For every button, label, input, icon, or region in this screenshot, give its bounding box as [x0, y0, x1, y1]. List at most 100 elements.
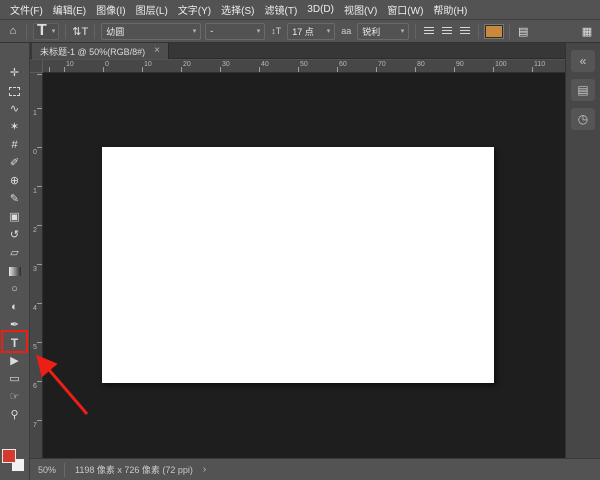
tool-preset-button[interactable]: T ▾	[33, 23, 59, 40]
zoom-icon: ⚲	[10, 410, 18, 421]
divider	[94, 24, 95, 39]
anti-alias-select[interactable]: 锐利 ▾	[357, 23, 409, 40]
menu-item-edit[interactable]: 编辑(E)	[48, 2, 91, 17]
tool-spot-healing-brush[interactable]: ⊕	[0, 172, 29, 190]
ruler-label: 30	[222, 61, 230, 68]
font-size-select[interactable]: 17 点 ▾	[287, 23, 335, 40]
menu-item-3d[interactable]: 3D(D)	[302, 4, 339, 15]
chevron-down-icon: ▾	[257, 27, 261, 35]
rectangle-icon: ▭	[9, 374, 19, 385]
font-family-value: 幼圆	[106, 25, 124, 38]
font-size-value: 17 点	[292, 25, 314, 38]
ruler-label: 5	[33, 344, 37, 351]
horizontal-ruler[interactable]: 10 0 10 20 30 40 50 60 70 80 90 100 110	[43, 60, 565, 73]
history-panel-icon[interactable]: ◷	[571, 108, 595, 130]
tool-hand[interactable]: ☞	[0, 388, 29, 406]
menu-item-select[interactable]: 选择(S)	[216, 2, 259, 17]
tool-dodge[interactable]: ◐	[0, 298, 29, 316]
tool-brush[interactable]: ✎	[0, 190, 29, 208]
align-center-icon	[442, 27, 452, 35]
menu-item-window[interactable]: 窗口(W)	[382, 2, 428, 17]
tool-move[interactable]: ✛	[0, 64, 29, 82]
ruler-label: 80	[417, 61, 425, 68]
ruler-label: 3	[33, 266, 37, 273]
ruler-label: 40	[261, 61, 269, 68]
ruler-label: 6	[33, 383, 37, 390]
pen-icon: ✒	[10, 320, 19, 331]
ruler-label: 1	[33, 110, 37, 117]
swatches-panel-icon[interactable]: ▤	[571, 79, 595, 101]
canvas-viewport[interactable]	[43, 73, 565, 458]
divider	[415, 24, 416, 39]
tool-zoom[interactable]: ⚲	[0, 406, 29, 424]
font-family-select[interactable]: 幼圆 ▾	[101, 23, 201, 40]
tool-clone-stamp[interactable]: ▣	[0, 208, 29, 226]
ruler-label: 1	[33, 188, 37, 195]
collapse-panels-icon[interactable]: «	[571, 50, 595, 72]
anti-alias-value: 锐利	[362, 25, 380, 38]
align-right-button[interactable]	[458, 23, 472, 39]
ruler-label: 70	[378, 61, 386, 68]
tool-lasso[interactable]: ∿	[0, 100, 29, 118]
panels-icon[interactable]: ▤	[516, 23, 530, 39]
divider	[65, 24, 66, 39]
dodge-icon: ◐	[11, 302, 18, 313]
ruler-label: 10	[144, 61, 152, 68]
chevron-right-icon[interactable]: ›	[203, 464, 206, 475]
panel-dock: « ▤ ◷	[565, 43, 600, 458]
menu-item-view[interactable]: 视图(V)	[339, 2, 382, 17]
ruler-label: 50	[300, 61, 308, 68]
align-left-button[interactable]	[422, 23, 436, 39]
tool-eraser[interactable]: ▱	[0, 244, 29, 262]
clone-stamp-icon: ▣	[9, 212, 19, 223]
document-tab-bar: 未标题-1 @ 50%(RGB/8#) ×	[30, 43, 565, 59]
home-icon[interactable]: ⌂	[6, 23, 20, 39]
hand-icon: ☞	[10, 392, 20, 403]
vertical-ruler[interactable]: 1 0 1 2 3 4 5 6 7	[30, 73, 43, 458]
crop-icon: #	[11, 140, 17, 151]
text-color-swatch[interactable]	[485, 25, 503, 38]
eraser-icon: ▱	[10, 248, 18, 259]
move-icon: ✛	[10, 68, 19, 79]
menu-item-image[interactable]: 图像(I)	[91, 2, 130, 17]
ruler-label: 60	[339, 61, 347, 68]
ruler-label: 100	[495, 61, 507, 68]
tool-rectangular-marquee[interactable]	[0, 82, 29, 100]
foreground-color-swatch[interactable]	[2, 449, 16, 463]
font-style-value: -	[210, 26, 213, 36]
font-style-select[interactable]: - ▾	[205, 23, 265, 40]
document-tab[interactable]: 未标题-1 @ 50%(RGB/8#) ×	[32, 43, 169, 59]
chevron-down-icon: ▾	[401, 27, 405, 35]
menu-item-file[interactable]: 文件(F)	[5, 2, 48, 17]
tool-crop[interactable]: #	[0, 136, 29, 154]
menu-item-layer[interactable]: 图层(L)	[131, 2, 173, 17]
photoshop-window: 文件(F) 编辑(E) 图像(I) 图层(L) 文字(Y) 选择(S) 滤镜(T…	[0, 0, 600, 480]
status-bar: 50% 1198 像素 x 726 像素 (72 ppi) ›	[30, 458, 600, 480]
tool-rectangle[interactable]: ▭	[0, 370, 29, 388]
ruler-label: 110	[534, 61, 545, 68]
menu-item-help[interactable]: 帮助(H)	[428, 2, 472, 17]
chevron-down-icon: ▾	[327, 27, 331, 35]
divider	[509, 24, 510, 39]
ruler-ticks	[37, 73, 42, 458]
menu-item-filter[interactable]: 滤镜(T)	[260, 2, 303, 17]
font-size-icon: ↕T	[269, 23, 283, 39]
tool-path-selection[interactable]: ▶	[0, 352, 29, 370]
tool-blur[interactable]: ○	[0, 280, 29, 298]
zoom-level[interactable]: 50%	[30, 463, 65, 477]
align-center-button[interactable]	[440, 23, 454, 39]
gradient-icon	[9, 267, 21, 276]
document-canvas[interactable]	[102, 147, 494, 383]
spot-healing-brush-icon: ⊕	[10, 176, 19, 187]
chevron-down-icon: ▾	[193, 27, 197, 35]
tool-eyedropper[interactable]: ✐	[0, 154, 29, 172]
tool-gradient[interactable]	[0, 262, 29, 280]
close-icon[interactable]: ×	[154, 46, 160, 56]
ruler-corner[interactable]	[30, 60, 43, 73]
workspace-icon[interactable]: ▦	[580, 23, 594, 39]
tool-history-brush[interactable]: ↺	[0, 226, 29, 244]
tool-quick-selection[interactable]: ✶	[0, 118, 29, 136]
menu-item-type[interactable]: 文字(Y)	[173, 2, 216, 17]
history-brush-icon: ↺	[10, 230, 19, 241]
text-orientation-icon[interactable]: ⇅T	[72, 23, 88, 39]
